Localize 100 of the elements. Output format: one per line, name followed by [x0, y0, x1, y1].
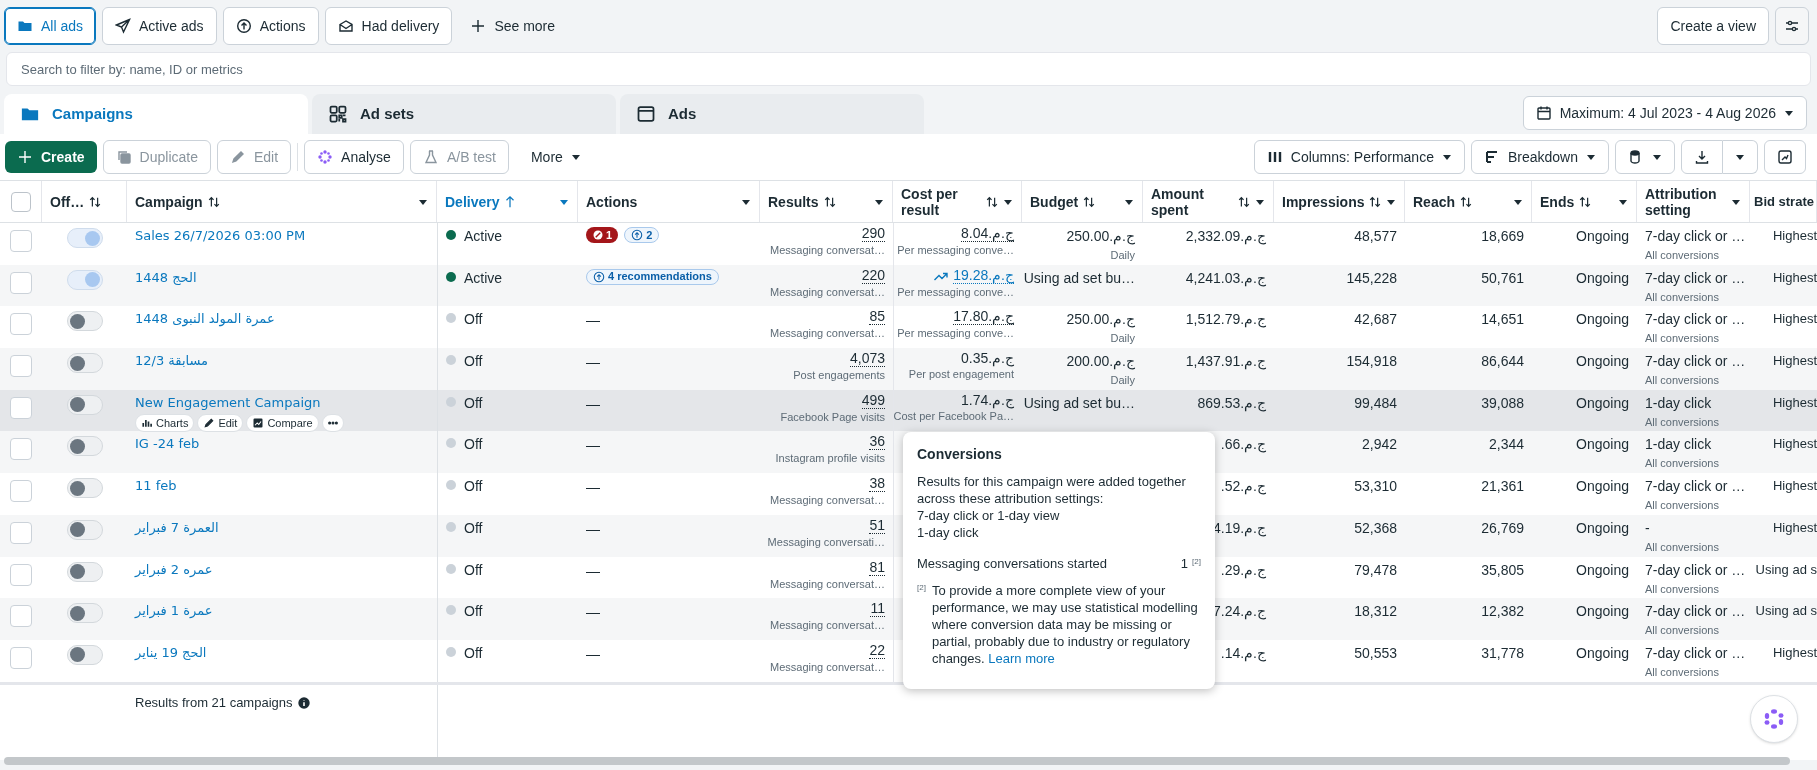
settings-button[interactable]: [1775, 7, 1809, 45]
column-header[interactable]: Results: [760, 181, 893, 222]
expand-button[interactable]: [1764, 140, 1806, 174]
campaign-link[interactable]: عمرة 1 فبراير: [135, 601, 213, 621]
amount-spent: .14.ج.م: [1220, 643, 1266, 664]
toggle-switch[interactable]: [66, 436, 103, 457]
row-checkbox[interactable]: [10, 271, 32, 294]
recommendation-badge[interactable]: 4 recommendations: [586, 268, 719, 285]
date-range-button[interactable]: Maximum: 4 Jul 2023 - 4 Aug 2026: [1522, 96, 1807, 130]
learn-more-link[interactable]: Learn more: [988, 651, 1055, 666]
create-button[interactable]: Create: [5, 141, 97, 173]
bid-strategy: Highest: [1772, 227, 1817, 245]
recommendation-badge[interactable]: 2: [624, 227, 660, 243]
ends-value: Ongoing: [1576, 310, 1629, 330]
campaign-link[interactable]: عمرة المولد النبوى 1448: [135, 309, 275, 329]
sort-icon: [1237, 194, 1251, 209]
breakdown-button[interactable]: Breakdown: [1470, 140, 1609, 174]
filter-chip[interactable]: All ads: [4, 7, 97, 45]
column-header[interactable]: Delivery: [437, 181, 578, 222]
campaign-link[interactable]: New Engagement Campaign: [135, 392, 321, 413]
amount-spent: 1,512.79.ج.م: [1185, 310, 1266, 330]
toggle-switch[interactable]: [66, 603, 103, 624]
result-type: Instagram profile visits: [775, 451, 885, 467]
level-tab[interactable]: Campaigns: [4, 94, 308, 134]
filter-chip[interactable]: Active ads: [102, 7, 217, 45]
more-button[interactable]: More: [514, 141, 597, 173]
result-value: 4,073: [849, 351, 885, 368]
quick-action-button[interactable]: Compare: [246, 414, 319, 433]
campaign-link[interactable]: Sales 26/7/2026 03:00 PM: [135, 226, 306, 246]
reports-button[interactable]: [1615, 140, 1675, 174]
amount-spent: 7.24.ج.م: [1212, 602, 1266, 622]
row-checkbox[interactable]: [10, 313, 32, 336]
cost-value: 8.04.ج.م: [960, 226, 1014, 242]
row-checkbox[interactable]: [10, 521, 32, 544]
delivery-status: Off: [464, 352, 483, 372]
toggle-switch[interactable]: [66, 561, 103, 582]
campaign-link[interactable]: الحج 19 يناير: [135, 642, 207, 663]
reach-value: 50,761: [1481, 268, 1524, 288]
error-badge[interactable]: 1: [586, 227, 619, 243]
trend-chart-icon: [252, 417, 265, 430]
quick-action-button[interactable]: Edit: [197, 414, 244, 433]
impressions-value: 53,310: [1354, 477, 1397, 497]
empty-dash: —: [586, 436, 600, 456]
grid-icon: [328, 104, 348, 124]
row-checkbox[interactable]: [10, 396, 32, 419]
campaign-link[interactable]: الحج 1448: [135, 267, 197, 288]
column-header[interactable]: Actions: [578, 181, 760, 222]
analyse-button[interactable]: Analyse: [304, 140, 404, 174]
column-header[interactable]: Amount spent: [1143, 181, 1274, 222]
column-header[interactable]: Cost per result: [893, 181, 1022, 222]
select-all-checkbox[interactable]: [10, 191, 31, 212]
toggle-switch[interactable]: [66, 394, 103, 415]
attribution-value: 7-day click or …: [1645, 352, 1746, 372]
column-header[interactable]: Campaign: [127, 181, 437, 222]
campaign-link[interactable]: عمره 2 فبراير: [135, 559, 213, 579]
toggle-switch[interactable]: [66, 269, 103, 290]
attribution-type: All conversions: [1645, 539, 1719, 555]
column-header[interactable]: Ends: [1532, 181, 1637, 222]
result-type: Messaging conversat…: [770, 576, 885, 592]
column-header[interactable]: Off…: [42, 181, 127, 222]
campaign-link[interactable]: مسابقة 12/3: [135, 351, 209, 371]
result-type: Messaging conversati…: [767, 534, 885, 550]
column-header[interactable]: Reach: [1405, 181, 1532, 222]
export-button[interactable]: [1681, 140, 1723, 174]
toggle-switch[interactable]: [66, 478, 103, 499]
horizontal-scrollbar[interactable]: [4, 757, 1790, 765]
see-more-button[interactable]: See more: [458, 7, 568, 45]
column-header[interactable]: Impressions: [1274, 181, 1405, 222]
column-header[interactable]: Budget: [1022, 181, 1143, 222]
columns-button[interactable]: Columns: Performance: [1253, 140, 1465, 174]
row-checkbox[interactable]: [10, 563, 32, 586]
row-checkbox[interactable]: [10, 480, 32, 503]
level-tab[interactable]: Ad sets: [312, 94, 616, 134]
campaign-link[interactable]: IG -24 feb: [135, 434, 200, 454]
toggle-switch[interactable]: [66, 353, 103, 374]
attribution-value: 1-day click: [1645, 393, 1712, 413]
column-header[interactable]: Attribution setting: [1637, 181, 1750, 222]
level-tab[interactable]: Ads: [620, 94, 924, 134]
row-checkbox[interactable]: [10, 438, 32, 461]
search-field[interactable]: Search to filter by: name, ID or metrics: [6, 52, 1811, 86]
row-checkbox[interactable]: [10, 230, 32, 252]
row-checkbox[interactable]: [10, 605, 32, 628]
row-checkbox[interactable]: [10, 646, 32, 669]
more-options-button[interactable]: [321, 414, 344, 433]
toggle-switch[interactable]: [66, 519, 103, 540]
quick-action-button[interactable]: Charts: [135, 414, 195, 433]
impressions-value: 48,577: [1354, 227, 1397, 246]
campaign-link[interactable]: العمرة 7 فبراير: [135, 517, 219, 538]
campaign-link[interactable]: 11 feb: [135, 476, 177, 496]
toggle-switch[interactable]: [66, 644, 103, 665]
attribution-type: All conversions: [1645, 623, 1719, 639]
row-checkbox[interactable]: [10, 355, 32, 378]
toggle-switch[interactable]: [66, 228, 103, 248]
tooltip-text: Results for this campaign were added together across these attribution settings:: [917, 473, 1187, 507]
toggle-switch[interactable]: [66, 311, 103, 332]
create-view-button[interactable]: Create a view: [1657, 7, 1769, 45]
delivery-status: Off: [464, 477, 483, 497]
filter-chip[interactable]: Actions: [222, 7, 319, 45]
filter-chip[interactable]: Had delivery: [324, 7, 453, 45]
column-header[interactable]: Bid strate: [1750, 181, 1817, 222]
